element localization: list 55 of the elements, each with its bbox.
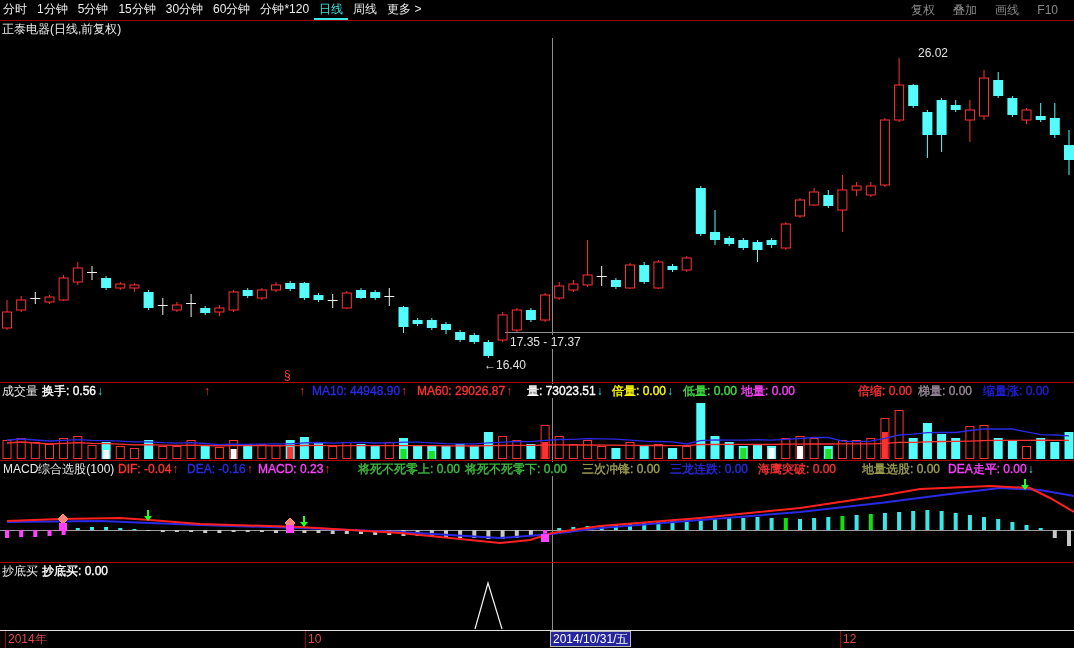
timeframe-tab[interactable]: 15分钟 — [113, 0, 161, 20]
diamond-marker-icon — [57, 513, 69, 525]
indicator-readout: 三龙连跌: 0.00 — [670, 462, 749, 476]
timeframe-tab[interactable]: 60分钟 — [208, 0, 256, 20]
indicator-readout: 将死不死零下: 0.00 — [465, 462, 568, 476]
indicator-readout: 缩量涨: 0.00 — [983, 384, 1050, 398]
square-marker-icon — [541, 534, 549, 542]
date-axis-label: 2014/10/31/五 — [551, 632, 631, 646]
toolbar-button[interactable]: 叠加 — [951, 0, 980, 20]
indicator-readout: 量: 73023.51 — [527, 384, 596, 398]
low-price-label: ←16.40 — [484, 358, 527, 372]
indicator-readout: MA60: 29026.87 — [417, 384, 506, 398]
square-marker-icon — [286, 525, 294, 533]
date-axis-label: 10 — [307, 632, 323, 646]
panel-title: MACD综合选股(100) — [3, 462, 115, 476]
down-arrow-icon — [300, 516, 308, 527]
toolbar-button[interactable]: F10 — [1035, 0, 1060, 20]
down-arrow-icon — [1021, 479, 1029, 490]
indicator-readout: 倍量: 0.00 — [612, 384, 667, 398]
indicator-readout: DIF: -0.04 — [118, 462, 172, 476]
indicator-readout: 换手: 0.56 — [42, 384, 97, 398]
indicator-readout: DEA走平: 0.00 — [948, 462, 1027, 476]
timeframe-tab[interactable]: 更多 > — [382, 0, 427, 20]
panel-title: 成交量 — [2, 384, 38, 398]
indicator-readout: 抄底买: 0.00 — [42, 564, 109, 578]
indicator-readout: 将死不死零上: 0.00 — [358, 462, 461, 476]
timeframe-tab[interactable]: 分时 — [0, 0, 32, 20]
square-marker-icon — [59, 523, 67, 531]
indicator-readout: MACD: 0.23 — [258, 462, 324, 476]
down-arrow-icon — [144, 510, 152, 521]
indicator-readout: MA10: 44948.90 — [312, 384, 401, 398]
signal-mark: § — [284, 368, 291, 382]
timeframe-tab[interactable]: 日线 — [314, 0, 349, 20]
indicator-readout: 梯量: 0.00 — [918, 384, 973, 398]
date-axis-label: 2014年 — [7, 632, 48, 646]
indicator-readout: 倍缩: 0.00 — [858, 384, 913, 398]
indicator-readout: 地量: 0.00 — [741, 384, 796, 398]
chart-title: 正泰电器(日线,前复权) — [2, 22, 122, 37]
timeframe-tab[interactable]: 周线 — [348, 0, 383, 20]
date-axis-label: 12 — [842, 632, 858, 646]
timeframe-tab[interactable]: 分钟*120 — [255, 0, 315, 20]
panel-title: 抄底买 — [2, 564, 38, 578]
timeframe-tab[interactable]: 5分钟 — [72, 0, 114, 20]
indicator-readout: DEA: -0.16 — [187, 462, 246, 476]
toolbar-button[interactable]: 复权 — [909, 0, 938, 20]
crosshair-price-label: 17.35 - 17.37 — [510, 335, 581, 349]
signal-spike-line — [474, 580, 503, 630]
toolbar-button[interactable]: 画线 — [993, 0, 1022, 20]
indicator-readout: 三次冲锋: 0.00 — [582, 462, 661, 476]
timeframe-tab[interactable]: 1分钟 — [32, 0, 73, 20]
indicator-readout: 海鹰突破: 0.00 — [758, 462, 837, 476]
timeframe-tab[interactable]: 30分钟 — [160, 0, 209, 20]
indicator-readout: 低量: 0.00 — [683, 384, 738, 398]
indicator-readout: 地量选股: 0.00 — [862, 462, 941, 476]
high-price-label: 26.02 — [918, 46, 949, 60]
